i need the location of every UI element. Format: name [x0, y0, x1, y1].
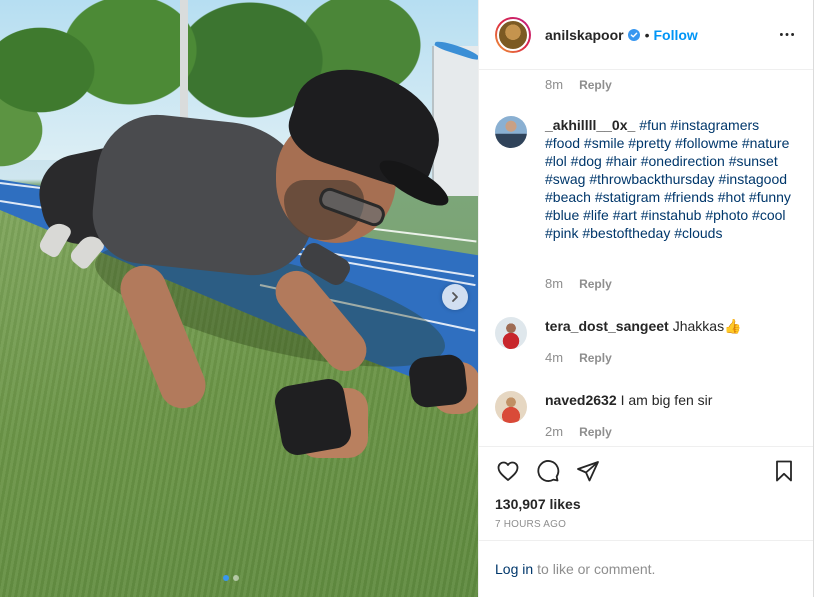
comment-item: tera_dost_sangeet Jhakkas👍	[495, 317, 795, 349]
comment-reply-button[interactable]: Reply	[579, 78, 612, 92]
login-prompt: Log in to like or comment.	[479, 540, 813, 597]
comments-list: 8m Reply _akhillll__0x_ #fun #instagramer…	[479, 70, 813, 446]
person-glove-right	[407, 353, 469, 409]
like-button[interactable]	[495, 458, 521, 484]
post-photo[interactable]	[0, 0, 478, 597]
login-prompt-text: to like or comment.	[537, 561, 656, 577]
commenter-avatar[interactable]	[495, 317, 527, 349]
more-options-button[interactable]	[777, 25, 797, 45]
comment-body: naved2632 I am big fen sir	[545, 391, 712, 423]
photo-pole	[180, 0, 188, 120]
comment-age: 8m	[545, 276, 564, 291]
author-avatar-image	[497, 18, 529, 51]
post-header: anilskapoor • Follow	[479, 0, 813, 70]
person-glove-left	[272, 376, 354, 458]
carousel-dot	[233, 575, 239, 581]
comment-hashtags[interactable]: #fun #instagramers #food #smile #pretty …	[545, 117, 791, 241]
heart-icon	[497, 461, 519, 481]
comment-text: I am big fen sir	[620, 392, 713, 408]
comment-bubble-icon	[537, 460, 560, 482]
author-username[interactable]: anilskapoor	[545, 27, 624, 43]
comment-age: 4m	[545, 350, 564, 365]
follow-button[interactable]: Follow	[654, 27, 698, 43]
comment-reply-button[interactable]: Reply	[579, 425, 612, 439]
comment-meta: 8m Reply	[545, 77, 612, 92]
comment-button[interactable]	[535, 458, 561, 484]
post-side-panel: anilskapoor • Follow 8m Reply _akhillll_…	[478, 0, 814, 597]
chevron-right-icon	[452, 292, 458, 302]
comment-reply-button[interactable]: Reply	[579, 351, 612, 365]
carousel-dots	[223, 575, 239, 581]
comment-reply-button[interactable]: Reply	[579, 277, 612, 291]
author-avatar[interactable]	[495, 16, 531, 53]
comment-body: tera_dost_sangeet Jhakkas👍	[545, 317, 742, 349]
bookmark-icon	[776, 460, 792, 482]
comment-meta: 4m Reply	[545, 350, 612, 365]
commenter-username[interactable]: tera_dost_sangeet	[545, 318, 669, 334]
photo-building	[432, 39, 478, 196]
carousel-next-button[interactable]	[442, 284, 468, 310]
likes-row: 130,907 likes	[479, 495, 813, 515]
post-timestamp[interactable]: 7 HOURS AGO	[479, 519, 813, 530]
carousel-dot-active	[223, 575, 229, 581]
save-button[interactable]	[771, 458, 797, 484]
post-actions-area: 130,907 likes 7 HOURS AGO	[479, 446, 813, 530]
comment-meta: 8m Reply	[545, 276, 612, 291]
paper-plane-icon	[577, 461, 599, 482]
login-link[interactable]: Log in	[495, 561, 533, 577]
action-bar	[479, 447, 813, 495]
likes-count[interactable]: 130,907 likes	[495, 496, 581, 512]
more-options-icon	[779, 33, 795, 36]
comment-meta: 2m Reply	[545, 424, 612, 439]
header-separator: •	[644, 26, 650, 43]
comment-age: 8m	[545, 77, 564, 92]
verified-badge-icon	[627, 28, 640, 41]
commenter-username[interactable]: naved2632	[545, 392, 617, 408]
comment-body: _akhillll__0x_ #fun #instagramers #food #…	[545, 116, 795, 242]
comment-age: 2m	[545, 424, 564, 439]
share-button[interactable]	[575, 458, 601, 484]
commenter-avatar[interactable]	[495, 116, 527, 148]
comment-item: _akhillll__0x_ #fun #instagramers #food #…	[495, 116, 795, 242]
comment-item: naved2632 I am big fen sir	[495, 391, 795, 423]
commenter-username[interactable]: _akhillll__0x_	[545, 117, 635, 133]
comment-text: Jhakkas👍	[672, 318, 742, 334]
commenter-avatar[interactable]	[495, 391, 527, 423]
